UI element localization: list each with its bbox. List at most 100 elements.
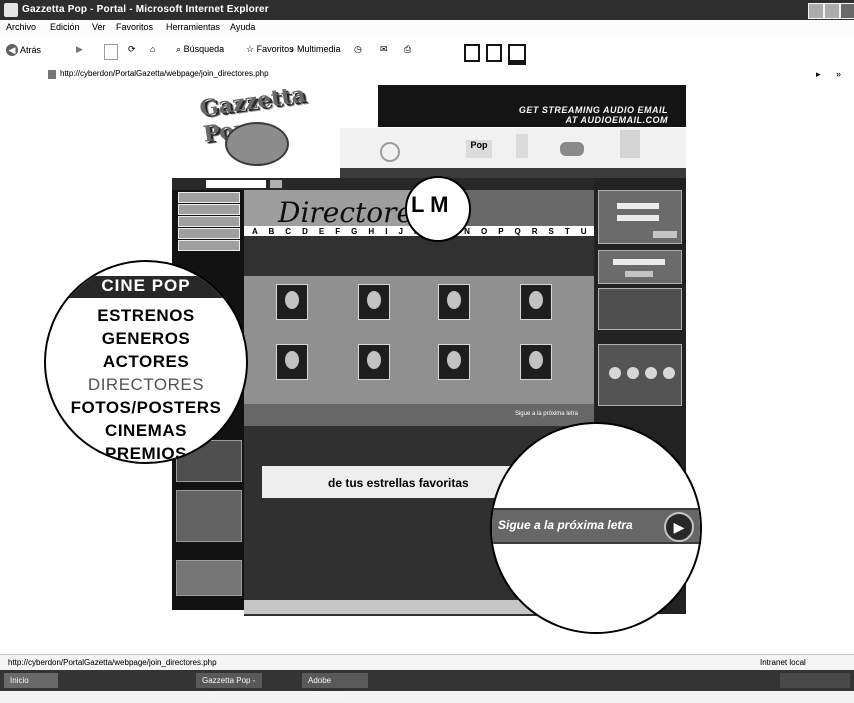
decoration-icon xyxy=(620,130,640,158)
arrow-right-icon: ▶ xyxy=(664,512,694,542)
favorites-text: de tus estrellas favoritas xyxy=(328,476,469,490)
login-button[interactable] xyxy=(653,231,677,238)
site-search-input[interactable] xyxy=(206,180,266,188)
window-titlebar: Gazzetta Pop - Portal - Microsoft Intern… xyxy=(0,0,854,20)
nav-button[interactable] xyxy=(178,204,240,215)
menu-favoritos[interactable]: Favoritos xyxy=(116,22,153,32)
director-portrait[interactable] xyxy=(438,344,470,380)
pop-mini-logo[interactable]: Pop xyxy=(466,140,492,158)
smiley-icon[interactable] xyxy=(645,367,657,379)
go-arrow-icon[interactable]: ▸ xyxy=(816,69,830,81)
director-portrait[interactable] xyxy=(358,344,390,380)
newsletter-button[interactable] xyxy=(625,271,653,277)
decoration-icon xyxy=(516,134,528,158)
search-button[interactable]: ⌕ Búsqueda xyxy=(176,44,236,58)
dark-band xyxy=(244,236,594,276)
favorites-button[interactable]: ☆ Favoritos xyxy=(246,44,296,58)
site-logo[interactable]: Gazzetta Pop xyxy=(195,81,315,172)
director-portrait[interactable] xyxy=(438,284,470,320)
refresh-button[interactable]: ⟳ xyxy=(128,44,140,58)
site-search-button[interactable] xyxy=(270,180,282,188)
window-title: Gazzetta Pop - Portal - Microsoft Intern… xyxy=(22,4,269,15)
home-button[interactable]: ⌂ xyxy=(150,44,162,58)
menu-fotos-posters[interactable]: FOTOS/POSTERS xyxy=(46,398,246,418)
menu-edicion[interactable]: Edición xyxy=(50,22,80,32)
menu-estrenos[interactable]: ESTRENOS xyxy=(46,306,246,326)
taskbar-item[interactable]: Gazzetta Pop - Portal xyxy=(196,673,262,700)
status-url: http://cyberdon/PortalGazetta/webpage/jo… xyxy=(8,658,217,667)
tile-window-icon[interactable] xyxy=(486,44,502,62)
address-input[interactable]: http://cyberdon/PortalGazetta/webpage/jo… xyxy=(60,69,269,78)
ad-banner[interactable]: GET STREAMING AUDIO EMAIL AT AUDIOEMAIL.… xyxy=(378,85,686,127)
ie-icon xyxy=(4,3,18,17)
next-letter-bar: Sigue a la próxima letra xyxy=(244,404,594,426)
poll-box xyxy=(598,344,682,406)
menu-actores[interactable]: ACTORES xyxy=(46,352,246,372)
left-panel-box xyxy=(176,490,242,542)
menu-ver[interactable]: Ver xyxy=(92,22,106,32)
menu-ayuda[interactable]: Ayuda xyxy=(230,22,255,32)
multimedia-button[interactable]: ♪ Multimedia xyxy=(290,44,346,58)
back-arrow-icon: ◀ xyxy=(6,44,18,56)
next-letter-magnifier: Sigue a la próxima letra ▶ xyxy=(490,422,702,634)
nav-button[interactable] xyxy=(178,192,240,203)
address-bar: http://cyberdon/PortalGazetta/webpage/jo… xyxy=(0,66,854,85)
password-field[interactable] xyxy=(617,215,659,221)
banner-line-1: GET STREAMING AUDIO EMAIL xyxy=(518,105,668,115)
smiley-icon[interactable] xyxy=(609,367,621,379)
newsletter-box xyxy=(598,250,682,284)
director-portrait[interactable] xyxy=(276,284,308,320)
promo-image-box[interactable] xyxy=(598,288,682,330)
taskbar-item-label: Adobe Photoshop xyxy=(308,676,347,700)
page-icon xyxy=(48,70,56,79)
menu-herramientas[interactable]: Herramientas xyxy=(166,22,220,32)
menu-premios[interactable]: PREMIOS xyxy=(46,444,246,462)
monitor-icon[interactable] xyxy=(508,44,526,65)
login-box xyxy=(598,190,682,244)
menu-cinemas[interactable]: CINEMAS xyxy=(46,421,246,441)
start-button[interactable]: Inicio xyxy=(4,673,58,688)
tile-window-icon[interactable] xyxy=(464,44,480,62)
menu-archivo[interactable]: Archivo xyxy=(6,22,36,32)
header-photo-strip xyxy=(456,190,594,226)
letters-magnifier: L M xyxy=(405,176,471,242)
start-label: Inicio xyxy=(10,676,29,685)
next-letter-button[interactable]: Sigue a la próxima letra ▶ xyxy=(492,508,700,544)
smiley-icon[interactable] xyxy=(627,367,639,379)
director-portrait[interactable] xyxy=(520,284,552,320)
menu-generos[interactable]: GENEROS xyxy=(46,329,246,349)
forward-button[interactable]: ▶ xyxy=(76,44,90,58)
menu-directores[interactable]: DIRECTORES xyxy=(46,375,246,395)
history-button[interactable]: ◷ xyxy=(354,44,368,58)
letters-l-m[interactable]: L M xyxy=(411,192,448,218)
nav-button[interactable] xyxy=(178,240,240,251)
director-portrait[interactable] xyxy=(358,284,390,320)
menu-bar: Archivo Edición Ver Favoritos Herramient… xyxy=(0,20,854,36)
director-portrait[interactable] xyxy=(520,344,552,380)
nav-button[interactable] xyxy=(178,228,240,239)
mail-button[interactable]: ✉ xyxy=(380,44,394,58)
close-button[interactable] xyxy=(840,3,854,19)
system-tray xyxy=(780,673,850,688)
stop-button[interactable] xyxy=(104,44,118,60)
taskbar-item[interactable]: Adobe Photoshop xyxy=(302,673,368,700)
print-button[interactable]: ⎙ xyxy=(404,44,418,58)
minimize-button[interactable] xyxy=(808,3,824,19)
menu-magnifier: CINE POP ESTRENOS GENEROS ACTORES DIRECT… xyxy=(44,260,248,464)
menu-cine-pop[interactable]: CINE POP xyxy=(66,276,226,298)
maximize-button[interactable] xyxy=(824,3,840,19)
links-dropdown-icon[interactable]: » xyxy=(836,69,848,81)
director-portrait[interactable] xyxy=(276,344,308,380)
logo-pop-bubble xyxy=(225,122,289,166)
status-zone: Intranet local xyxy=(760,658,806,667)
taskbar-item-label: Gazzetta Pop - Portal xyxy=(202,676,256,700)
smiley-icon[interactable] xyxy=(663,367,675,379)
back-button[interactable]: ◀ Atrás xyxy=(6,44,66,58)
next-letter-link-small[interactable]: Sigue a la próxima letra xyxy=(515,411,578,417)
decoration-icon xyxy=(380,142,400,162)
top-nav-tabs[interactable] xyxy=(340,168,686,178)
newsletter-input[interactable] xyxy=(613,259,665,265)
username-field[interactable] xyxy=(617,203,659,209)
nav-button[interactable] xyxy=(178,216,240,227)
camera-icon[interactable] xyxy=(560,142,584,156)
